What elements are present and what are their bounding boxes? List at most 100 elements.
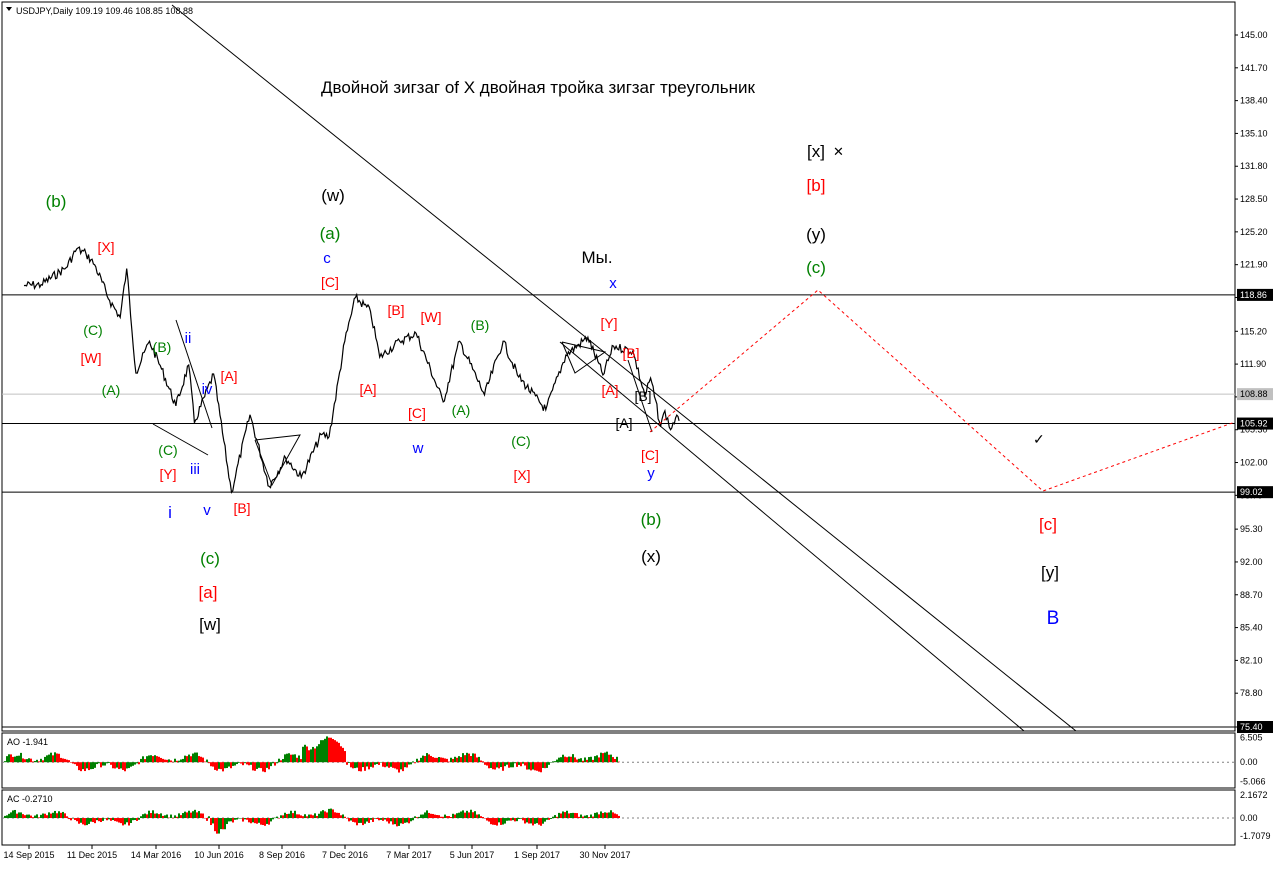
ac-histogram-bar <box>258 818 260 823</box>
ao-histogram-bar <box>300 759 302 763</box>
ao-histogram-bar <box>120 762 122 769</box>
ao-histogram-bar <box>350 762 352 768</box>
ac-histogram-bar <box>144 813 146 819</box>
ao-histogram-bar <box>142 756 144 763</box>
ao-histogram-bar <box>242 762 244 766</box>
wave-label: c <box>323 250 331 267</box>
wave-label: (A) <box>452 402 471 418</box>
ao-histogram-bar <box>56 753 58 763</box>
ac-histogram-bar <box>254 818 256 824</box>
ac-histogram-bar <box>238 818 240 819</box>
ac-histogram-bar <box>484 818 486 819</box>
ac-histogram-bar <box>594 812 596 819</box>
ao-histogram-bar <box>98 762 100 764</box>
ac-histogram-bar <box>122 818 124 826</box>
ao-histogram-bar <box>414 762 416 764</box>
ac-histogram-bar <box>76 818 78 822</box>
ac-histogram-bar <box>596 812 598 819</box>
ac-histogram-bar <box>152 810 154 819</box>
ac-histogram-bar <box>52 812 54 819</box>
ac-histogram-bar <box>416 817 418 819</box>
ao-histogram-bar <box>422 755 424 763</box>
ao-histogram-bar <box>84 762 86 772</box>
ao-histogram-bar <box>110 762 112 765</box>
ao-histogram-bar <box>80 762 82 772</box>
ac-histogram-bar <box>480 816 482 819</box>
ao-histogram-bar <box>52 755 54 763</box>
ao-histogram-bar <box>70 762 72 763</box>
ao-histogram-bar <box>412 761 414 763</box>
ac-histogram-bar <box>34 815 36 819</box>
ao-histogram-bar <box>208 762 210 764</box>
ac-histogram-bar <box>538 818 540 825</box>
ao-histogram-bar <box>248 762 250 766</box>
ac-histogram-bar <box>232 818 234 823</box>
y-axis-tick-label: 115.20 <box>1240 326 1267 336</box>
ac-histogram-bar <box>348 818 350 822</box>
ao-histogram-bar <box>22 758 24 763</box>
ao-histogram-bar <box>564 756 566 763</box>
ac-histogram-bar <box>552 816 554 819</box>
wave-label: [A] <box>601 382 618 398</box>
ao-histogram-bar <box>132 762 134 766</box>
ao-histogram-bar <box>206 759 208 763</box>
y-axis-tick-label: 125.20 <box>1240 227 1268 237</box>
ac-histogram-bar <box>90 818 92 822</box>
ao-histogram-bar <box>158 756 160 763</box>
ac-histogram-bar <box>422 814 424 819</box>
ac-histogram-bar <box>100 818 102 823</box>
x-axis-date-label: 1 Sep 2017 <box>514 850 560 860</box>
analysis-title-annotation: Двойной зигзаг of X двойная тройка зигза… <box>321 78 756 97</box>
ac-histogram-bar <box>130 818 132 823</box>
ao-histogram-bar <box>526 762 528 770</box>
ac-histogram-bar <box>114 818 116 822</box>
ao-histogram-bar <box>74 762 76 765</box>
ao-histogram-bar <box>94 762 96 768</box>
ao-histogram-bar <box>528 762 530 770</box>
ao-histogram-bar <box>196 752 198 763</box>
wave-label: [B] <box>634 388 651 404</box>
ao-histogram-bar <box>394 762 396 769</box>
ac-histogram-bar <box>250 818 252 824</box>
ao-histogram-bar <box>198 756 200 763</box>
ac-histogram-bar <box>380 818 382 820</box>
ac-histogram-bar <box>486 818 488 821</box>
ac-histogram-bar <box>282 815 284 819</box>
x-axis-date-label: 8 Sep 2016 <box>259 850 305 860</box>
ao-histogram-bar <box>328 737 330 763</box>
wave-label: (B) <box>471 317 490 333</box>
ac-histogram-bar <box>188 810 190 819</box>
ao-histogram-bar <box>480 760 482 763</box>
ao-histogram-bar <box>210 762 212 767</box>
ac-histogram-bar <box>572 812 574 819</box>
ao-histogram-bar <box>24 759 26 763</box>
ao-histogram-bar <box>420 757 422 763</box>
ao-histogram-bar <box>330 737 332 763</box>
ac-histogram-bar <box>104 818 106 819</box>
ac-histogram-bar <box>16 813 18 819</box>
ac-histogram-bar <box>370 818 372 820</box>
ao-histogram-bar <box>232 762 234 766</box>
wave-label: [c] <box>1039 515 1057 534</box>
ac-histogram-bar <box>176 816 178 819</box>
ac-histogram-bar <box>266 818 268 824</box>
ao-histogram-bar <box>588 757 590 763</box>
ac-histogram-bar <box>444 814 446 819</box>
trading-chart[interactable]: USDJPY,Daily 109.19 109.46 108.85 108.88… <box>0 0 1276 866</box>
ac-histogram-bar <box>330 808 332 819</box>
ac-histogram-bar <box>288 813 290 819</box>
ao-histogram-bar <box>296 757 298 763</box>
ac-histogram-bar <box>296 814 298 819</box>
ac-histogram-bar <box>272 818 274 820</box>
ac-histogram-bar <box>544 818 546 822</box>
ac-histogram-bar <box>86 818 88 826</box>
ac-histogram-bar <box>132 818 134 821</box>
ac-histogram-bar <box>384 818 386 820</box>
ao-histogram-bar <box>342 747 344 763</box>
ac-histogram-bar <box>360 818 362 823</box>
y-axis-tick-label: 135.10 <box>1240 128 1268 138</box>
ao-histogram-bar <box>162 758 164 763</box>
wave-label: [Y] <box>159 466 176 482</box>
ac-histogram-bar <box>320 811 322 819</box>
ac-histogram-bar <box>472 812 474 819</box>
